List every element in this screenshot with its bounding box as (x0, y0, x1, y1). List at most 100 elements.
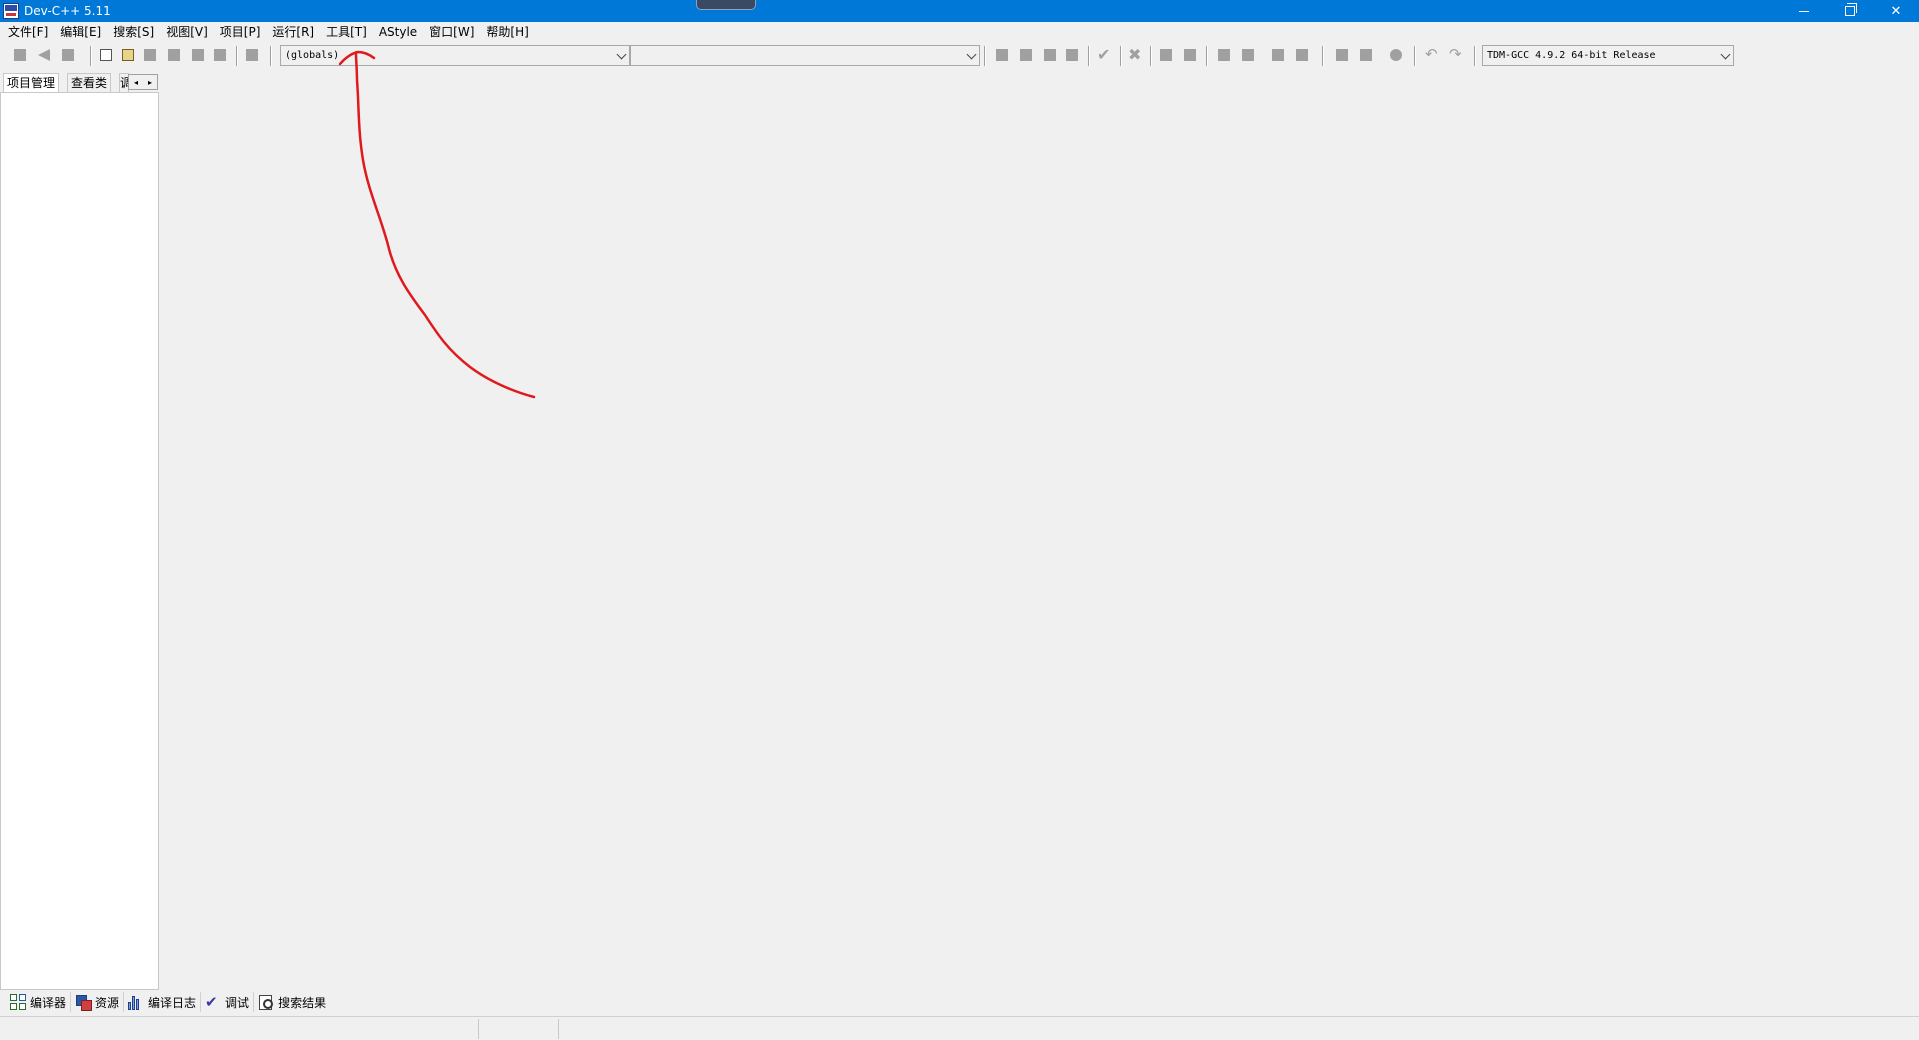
status-separator (478, 1019, 479, 1039)
open-file-button[interactable] (120, 47, 136, 63)
new-project-icon (1218, 49, 1230, 61)
x-mark-icon: ✖ (1128, 45, 1142, 64)
comment-icon (1390, 49, 1402, 61)
menu-bar: 文件[F] 编辑[E] 搜索[S] 视图[V] 项目[P] 运行[R] 工具[T… (0, 22, 1919, 42)
stop-button[interactable]: ✖ (1126, 45, 1142, 64)
open-folder-icon (122, 49, 134, 61)
profile-button[interactable] (1182, 47, 1198, 63)
redo-icon: ↷ (1449, 45, 1462, 63)
remove-from-project-button[interactable] (1270, 47, 1286, 63)
menu-search[interactable]: 搜索[S] (107, 22, 160, 42)
fullscreen-icon (62, 49, 74, 61)
restore-icon (1845, 3, 1857, 16)
compile-run-button[interactable] (1042, 47, 1058, 63)
close-all-button[interactable] (212, 47, 228, 63)
bottom-tabs: 编译器 资源 编译日志 ✔ 调试 搜索结果 (0, 991, 1919, 1013)
close-file-button[interactable] (190, 47, 206, 63)
compiler-select[interactable]: TDM-GCC 4.9.2 64-bit Release (1482, 45, 1734, 66)
indent-button[interactable] (1358, 47, 1374, 63)
menu-view[interactable]: 视图[V] (160, 22, 214, 42)
close-all-icon (214, 49, 226, 61)
app-icon[interactable] (3, 3, 19, 19)
project-panel[interactable] (0, 92, 159, 990)
menu-help[interactable]: 帮助[H] (480, 22, 534, 42)
run-icon (1020, 49, 1032, 61)
save-button[interactable] (142, 47, 158, 63)
chevron-down-icon[interactable] (966, 49, 977, 60)
compile-grid-icon (996, 49, 1008, 61)
compiler-select-value: TDM-GCC 4.9.2 64-bit Release (1487, 50, 1656, 61)
run-button[interactable] (1018, 47, 1034, 63)
menu-edit[interactable]: 编辑[E] (54, 22, 107, 42)
toolbar-separator (270, 46, 272, 66)
scroll-left-button[interactable]: ◂ (129, 75, 143, 89)
add-to-project-button[interactable] (1240, 47, 1256, 63)
menu-run[interactable]: 运行[R] (266, 22, 320, 42)
new-file-button[interactable] (98, 47, 114, 63)
tab-project-manager[interactable]: 项目管理 (3, 73, 60, 92)
toolbar-separator (1088, 46, 1090, 66)
annotation-stroke (354, 52, 536, 399)
print-button[interactable] (244, 47, 260, 63)
annotation-arrow (338, 50, 536, 399)
profile-icon (1184, 49, 1196, 61)
toolbar-separator (1150, 46, 1152, 66)
scope-combo[interactable]: (globals) (280, 45, 630, 66)
bar-chart-icon (128, 994, 144, 1010)
print-icon (246, 49, 258, 61)
window-title: Dev-C++ 5.11 (24, 4, 111, 18)
project-options-button[interactable] (1294, 47, 1310, 63)
tab-compiler[interactable]: 编译器 (6, 992, 72, 1012)
debug-button[interactable] (1158, 47, 1174, 63)
toolbar-separator (984, 46, 986, 66)
close-button[interactable]: ✕ (1873, 0, 1919, 22)
window-tab-handle[interactable] (696, 0, 756, 10)
tab-compiler-label: 编译器 (30, 995, 67, 1010)
new-project-button[interactable] (1216, 47, 1232, 63)
indent-icon (1360, 49, 1372, 61)
save-all-button[interactable] (166, 47, 182, 63)
toolbar-separator (1414, 46, 1416, 66)
toolbar-back-button[interactable] (36, 47, 52, 63)
remove-from-project-icon (1272, 49, 1284, 61)
unindent-button[interactable] (1334, 47, 1350, 63)
undo-button[interactable]: ↶ (1424, 45, 1440, 63)
syntax-check-button[interactable]: ✔ (1096, 45, 1112, 64)
member-combo[interactable] (630, 45, 980, 66)
toggle-comment-button[interactable] (1388, 47, 1404, 63)
menu-project[interactable]: 项目[P] (214, 22, 267, 42)
tab-search-results-label: 搜索结果 (278, 995, 327, 1010)
menu-window[interactable]: 窗口[W] (423, 22, 480, 42)
new-file-icon (100, 49, 112, 61)
chevron-down-icon[interactable] (616, 49, 627, 60)
compile-button[interactable] (994, 47, 1010, 63)
rebuild-all-button[interactable] (1064, 47, 1080, 63)
toolbar-toggle-project-button[interactable] (12, 47, 28, 63)
arrow-left-icon (38, 49, 50, 61)
minimize-icon (1799, 10, 1809, 12)
tab-resources-label: 资源 (95, 995, 120, 1010)
toolbar-separator (236, 46, 238, 66)
menu-astyle[interactable]: AStyle (373, 22, 423, 42)
tab-debug-output-label: 调试 (225, 995, 250, 1010)
menu-tools[interactable]: 工具[T] (320, 22, 373, 42)
project-options-icon (1296, 49, 1308, 61)
undo-icon: ↶ (1425, 45, 1438, 63)
status-separator (558, 1019, 559, 1039)
minimize-button[interactable] (1781, 0, 1827, 22)
add-to-project-icon (1242, 49, 1254, 61)
tab-debug-output[interactable]: ✔ 调试 (201, 992, 255, 1012)
tab-search-results[interactable]: 搜索结果 (254, 992, 330, 1012)
restore-button[interactable] (1827, 0, 1873, 22)
menu-file[interactable]: 文件[F] (2, 22, 54, 42)
tab-compile-log[interactable]: 编译日志 (124, 992, 202, 1012)
toolbar-fullscreen-button[interactable] (60, 47, 76, 63)
scroll-right-button[interactable]: ▸ (143, 75, 157, 89)
search-results-icon (258, 994, 274, 1010)
redo-button[interactable]: ↷ (1448, 45, 1464, 63)
toolbar-separator (90, 46, 92, 66)
debug-icon (1160, 49, 1172, 61)
tab-resources[interactable]: 资源 (71, 992, 125, 1012)
tab-class-browser[interactable]: 查看类 (67, 73, 112, 92)
chevron-down-icon[interactable] (1720, 49, 1731, 60)
